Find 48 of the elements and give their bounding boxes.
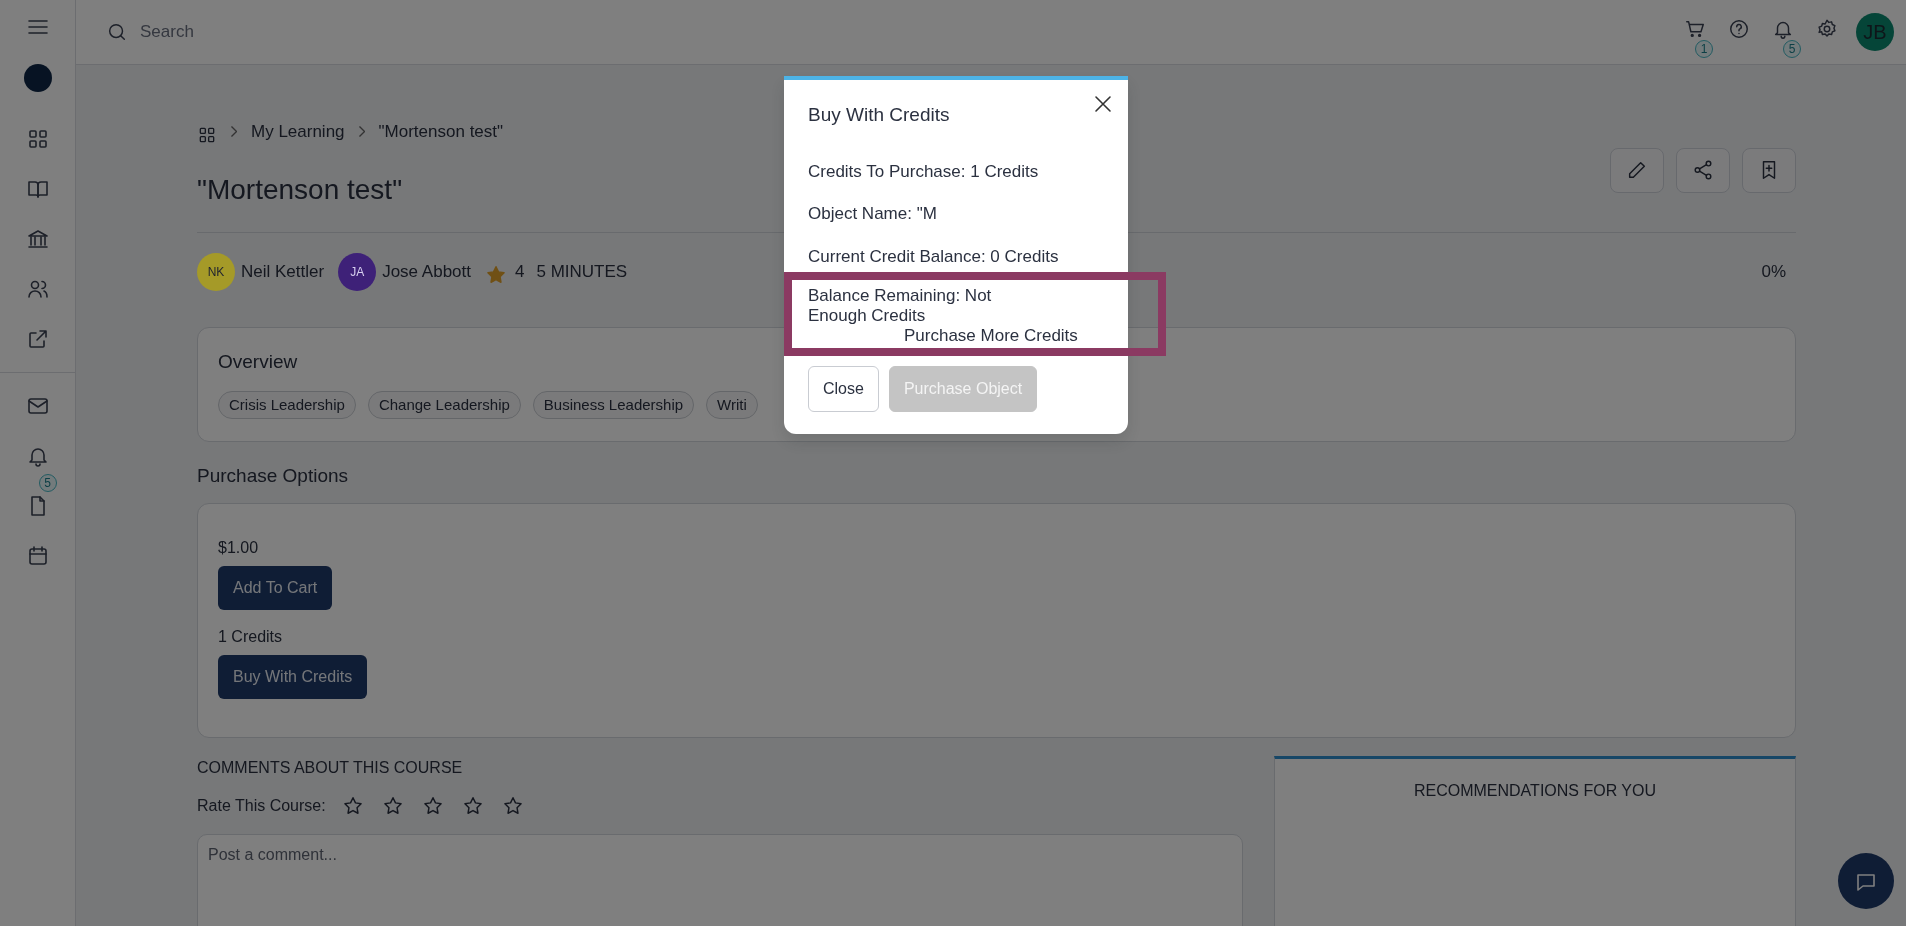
chat-button[interactable]: [1838, 853, 1894, 909]
comment-field[interactable]: Post a comment...: [197, 833, 1243, 926]
topic-tag[interactable]: Writi: [706, 390, 758, 420]
notification-badge: 5: [38, 474, 57, 492]
share-icon: [1692, 159, 1714, 181]
dialog-info-text: Current Credit Balance: 0 Credits: [808, 245, 1060, 268]
edit-button[interactable]: [1610, 147, 1664, 193]
author-name[interactable]: Jose Abbott: [382, 259, 471, 285]
pencil-icon: [1626, 159, 1648, 181]
topic-tag[interactable]: Crisis Leadership: [218, 390, 356, 420]
logo-icon[interactable]: [23, 64, 52, 92]
dialog-info-text: Object Name: "M: [808, 203, 938, 226]
dialog-title: Buy With Credits: [808, 104, 951, 127]
section-heading: Purchase Options: [197, 464, 350, 489]
author-avatar: JA: [338, 253, 377, 292]
chevron-icon: [231, 126, 237, 138]
price-text: $1.00: [218, 537, 260, 558]
count-badge: 5: [1783, 39, 1801, 58]
help-icon[interactable]: [1728, 17, 1750, 40]
purchase-button[interactable]: Add To Cart: [218, 565, 333, 610]
progress-percent: 0%: [1761, 261, 1786, 284]
breadcrumb-link[interactable]: My Learning: [251, 119, 345, 145]
purchase-more-credits-link[interactable]: Purchase More Credits: [904, 326, 1078, 347]
author-avatar: NK: [197, 253, 235, 292]
recommendations-heading: RECOMMENDATIONS FOR YOU: [1412, 780, 1658, 801]
dialog-button[interactable]: Close: [808, 366, 879, 413]
rating-value: 4: [515, 261, 525, 284]
count-badge: 1: [1695, 39, 1713, 58]
settings-icon[interactable]: [1816, 17, 1838, 40]
comments-heading: COMMENTS ABOUT THIS COURSE: [197, 757, 464, 778]
rate-label: Rate This Course:: [197, 795, 326, 816]
price-text: 1 Credits: [218, 626, 284, 647]
bank-icon[interactable]: [25, 227, 50, 251]
purchase-button[interactable]: Buy With Credits: [218, 654, 368, 699]
duration-text: 5 MINUTES: [536, 261, 628, 284]
overview-heading: Overview: [218, 350, 299, 375]
author-name[interactable]: Neil Kettler: [241, 259, 325, 285]
bookmark-button[interactable]: [1742, 147, 1796, 193]
share-button[interactable]: [1676, 147, 1730, 193]
page-title: "Mortenson test": [197, 172, 403, 207]
dialog-info-text: Credits To Purchase: 1 Credits: [808, 160, 1040, 183]
topic-tag[interactable]: Change Leadership: [367, 390, 521, 420]
breadcrumb-current: "Mortenson test": [378, 121, 504, 143]
search-icon: [106, 21, 128, 43]
balance-text: Balance Remaining: Not Enough Credits: [808, 286, 993, 327]
search-field[interactable]: Search: [138, 18, 438, 46]
topic-tag[interactable]: Business Leadership: [532, 390, 695, 420]
chevron-icon: [358, 126, 365, 138]
